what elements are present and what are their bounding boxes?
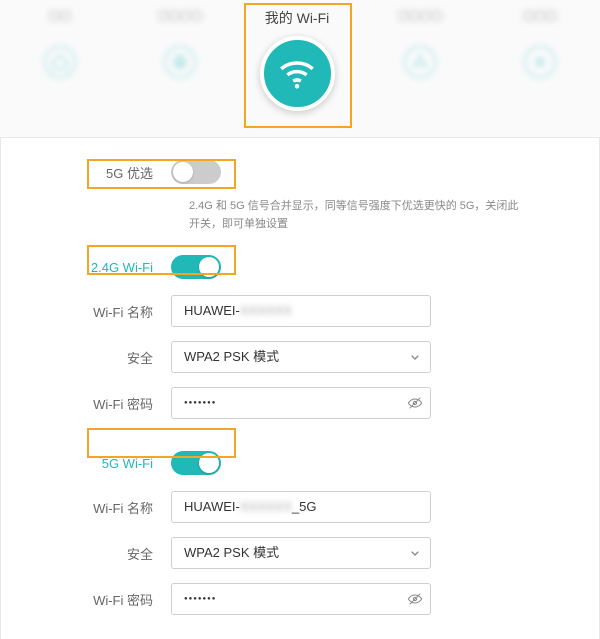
globe-icon <box>164 46 196 78</box>
nav-item-wifi[interactable]: 我的 Wi-Fi <box>242 8 352 111</box>
input-24g-name[interactable]: HUAWEI-XXXXXX <box>171 295 431 327</box>
wifi-icon <box>260 36 335 111</box>
chevron-down-icon <box>407 349 423 365</box>
label-24g-name: Wi-Fi 名称 <box>71 302 171 321</box>
row-5g-priority: 5G 优选 <box>21 160 579 184</box>
desc-5g-priority: 2.4G 和 5G 信号合并显示，同等信号强度下优选更快的 5G，关闭此开关，即… <box>21 198 579 233</box>
label-5g-password: Wi-Fi 密码 <box>71 590 171 609</box>
select-5g-security[interactable]: WPA2 PSK 模式 <box>171 537 431 569</box>
section-5g: 5G Wi-Fi <box>21 451 579 475</box>
label-24g-security: 安全 <box>71 348 171 367</box>
row-5g-security: 安全 WPA2 PSK 模式 <box>21 537 579 569</box>
eye-off-icon[interactable] <box>407 591 423 607</box>
top-nav: ▢▢ ▢▢▢▢ ▢▢▢▢ ▢▢▢ 我的 Wi-Fi <box>0 0 600 138</box>
row-24g-security: 安全 WPA2 PSK 模式 <box>21 341 579 373</box>
row-5g-password: Wi-Fi 密码 ●●●●●●● <box>21 583 579 615</box>
label-24g-section: 2.4G Wi-Fi <box>71 260 171 275</box>
label-5g-name: Wi-Fi 名称 <box>71 498 171 517</box>
nav-item-home[interactable]: ▢▢ <box>18 8 103 137</box>
nav-item-5[interactable]: ▢▢▢ <box>498 8 583 137</box>
input-24g-password[interactable]: ●●●●●●● <box>171 387 431 419</box>
row-24g-password: Wi-Fi 密码 ●●●●●●● <box>21 387 579 419</box>
input-5g-name[interactable]: HUAWEI-XXXXXX_5G <box>171 491 431 523</box>
label-5g-priority: 5G 优选 <box>71 163 171 182</box>
home-icon <box>44 46 76 78</box>
page-title: 我的 Wi-Fi <box>265 8 330 28</box>
select-24g-security[interactable]: WPA2 PSK 模式 <box>171 341 431 373</box>
row-24g-name: Wi-Fi 名称 HUAWEI-XXXXXX <box>21 295 579 327</box>
toggle-5g[interactable] <box>171 451 221 475</box>
toggle-5g-priority[interactable] <box>171 160 221 184</box>
settings-panel: 5G 优选 2.4G 和 5G 信号合并显示，同等信号强度下优选更快的 5G，关… <box>0 138 600 639</box>
nav-item-2[interactable]: ▢▢▢▢ <box>138 8 223 137</box>
menu-icon <box>524 46 556 78</box>
label-5g-security: 安全 <box>71 544 171 563</box>
input-5g-password[interactable]: ●●●●●●● <box>171 583 431 615</box>
devices-icon <box>404 46 436 78</box>
label-5g-section: 5G Wi-Fi <box>71 456 171 471</box>
eye-off-icon[interactable] <box>407 395 423 411</box>
section-24g: 2.4G Wi-Fi <box>21 255 579 279</box>
label-24g-password: Wi-Fi 密码 <box>71 394 171 413</box>
toggle-24g[interactable] <box>171 255 221 279</box>
nav-item-4[interactable]: ▢▢▢▢ <box>378 8 463 137</box>
chevron-down-icon <box>407 545 423 561</box>
row-5g-name: Wi-Fi 名称 HUAWEI-XXXXXX_5G <box>21 491 579 523</box>
